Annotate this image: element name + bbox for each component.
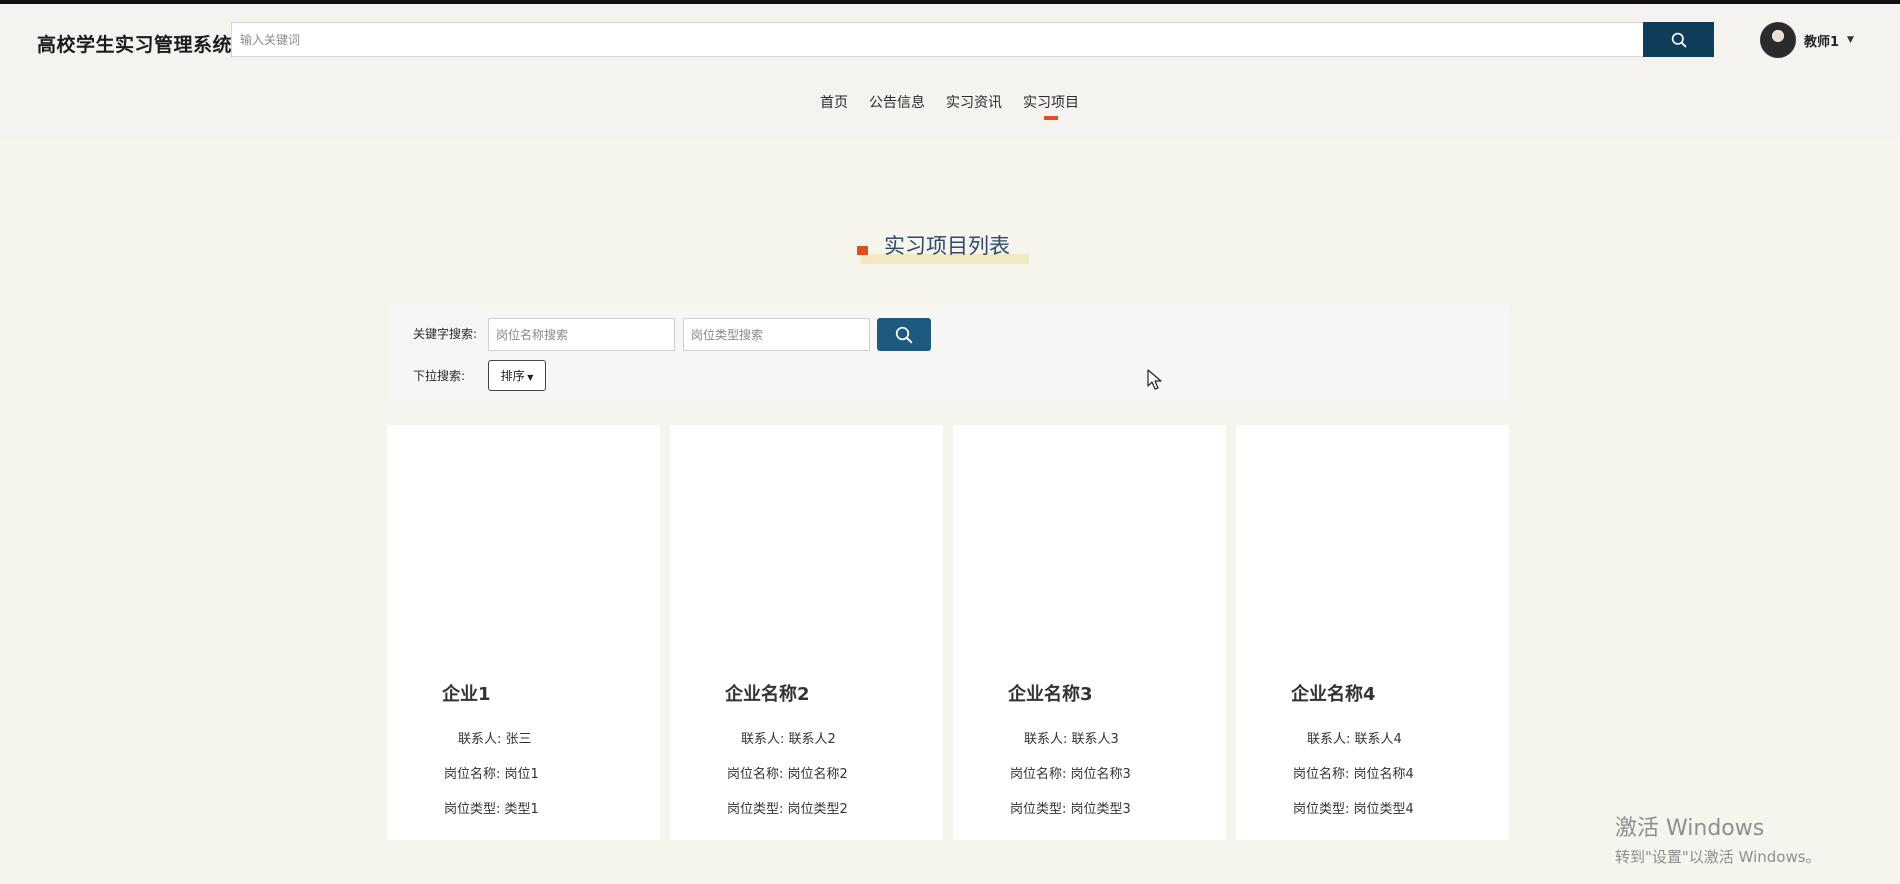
project-card[interactable]: 企业名称3 联系人: 联系人3 岗位名称: 岗位名称3 岗位类型: 岗位类型3 <box>953 425 1226 840</box>
position-name-search-input[interactable] <box>488 318 675 351</box>
project-card[interactable]: 企业名称4 联系人: 联系人4 岗位名称: 岗位名称4 岗位类型: 岗位类型4 <box>1236 425 1509 840</box>
sort-dropdown[interactable]: 排序 ▼ <box>488 360 546 391</box>
filter-panel: 关键字搜索: 下拉搜索: 排序 ▼ <box>388 305 1510 401</box>
user-name[interactable]: 教师1 <box>1804 31 1839 50</box>
mouse-pointer-icon <box>1147 369 1162 390</box>
nav-item-notices[interactable]: 公告信息 <box>869 92 925 120</box>
caret-down-icon[interactable]: ▼ <box>1847 35 1854 45</box>
card-company[interactable]: 企业1 <box>442 680 491 706</box>
windows-activation-watermark: 激活 Windows 转到"设置"以激活 Windows。 <box>1615 810 1821 867</box>
global-search <box>231 22 1714 57</box>
site-brand[interactable]: 高校学生实习管理系统 <box>37 30 232 57</box>
avatar[interactable] <box>1760 22 1796 58</box>
site-header: 高校学生实习管理系统 教师1 ▼ 首页 公告信息 实习资讯 实习项目 <box>0 4 1900 140</box>
global-search-input[interactable] <box>231 22 1643 57</box>
keyword-search-label: 关键字搜索: <box>413 327 478 341</box>
nav-item-news[interactable]: 实习资讯 <box>946 92 1002 120</box>
card-position-name: 岗位名称: 岗位1 <box>444 767 539 782</box>
position-type-search-input[interactable] <box>683 318 870 351</box>
project-card[interactable]: 企业1 联系人: 张三 岗位名称: 岗位1 岗位类型: 类型1 <box>387 425 660 840</box>
filter-search-button[interactable] <box>877 318 931 351</box>
card-company[interactable]: 企业名称4 <box>1291 680 1376 706</box>
card-contact: 联系人: 联系人2 <box>741 732 836 747</box>
page-title: 实习项目列表 <box>884 234 1010 258</box>
card-position-name: 岗位名称: 岗位名称4 <box>1293 767 1414 782</box>
card-position-name: 岗位名称: 岗位名称3 <box>1010 767 1131 782</box>
card-position-type: 岗位类型: 岗位类型2 <box>727 802 848 817</box>
global-search-button[interactable] <box>1643 22 1714 57</box>
search-icon <box>1671 32 1686 47</box>
title-marker <box>857 246 868 255</box>
caret-down-icon: ▼ <box>524 373 534 382</box>
sort-label: 排序 <box>500 369 525 383</box>
user-menu[interactable]: 教师1 ▼ <box>1760 22 1854 58</box>
watermark-line-1: 激活 Windows <box>1615 816 1765 841</box>
card-position-type: 岗位类型: 岗位类型3 <box>1010 802 1131 817</box>
dropdown-search-label: 下拉搜索: <box>413 369 466 383</box>
card-company[interactable]: 企业名称2 <box>725 680 810 706</box>
card-contact: 联系人: 联系人3 <box>1024 732 1119 747</box>
search-icon <box>895 326 913 343</box>
card-contact: 联系人: 联系人4 <box>1307 732 1402 747</box>
card-position-name: 岗位名称: 岗位名称2 <box>727 767 848 782</box>
card-company[interactable]: 企业名称3 <box>1008 680 1093 706</box>
nav-item-home[interactable]: 首页 <box>820 92 848 120</box>
section-heading: 实习项目列表 <box>857 228 1032 270</box>
card-position-type: 岗位类型: 类型1 <box>444 802 539 817</box>
nav-item-projects[interactable]: 实习项目 <box>1023 92 1079 120</box>
card-position-type: 岗位类型: 岗位类型4 <box>1293 802 1414 817</box>
project-card[interactable]: 企业名称2 联系人: 联系人2 岗位名称: 岗位名称2 岗位类型: 岗位类型2 <box>670 425 943 840</box>
watermark-line-2: 转到"设置"以激活 Windows。 <box>1615 848 1821 866</box>
card-contact: 联系人: 张三 <box>458 732 532 747</box>
main-nav: 首页 公告信息 实习资讯 实习项目 <box>820 92 1079 120</box>
